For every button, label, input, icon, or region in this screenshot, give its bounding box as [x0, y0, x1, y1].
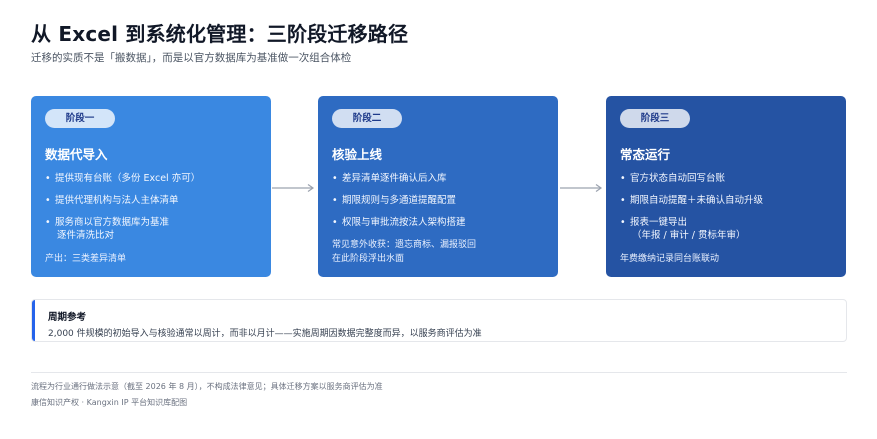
- stage-card-2: 阶段二 核验上线 差异清单逐件确认后入库 期限规则与多通道提醒配置 权限与审批流…: [318, 96, 558, 277]
- stage-item-list: 差异清单逐件确认后入库 期限规则与多通道提醒配置 权限与审批流按法人架构搭建: [332, 173, 548, 239]
- page-subtitle: 迁移的实质不是「搬数据」，而是以官方数据库为基准做一次组合体检: [31, 52, 352, 64]
- stage-item: 期限规则与多通道提醒配置: [332, 195, 548, 208]
- stage-badge: 阶段一: [45, 109, 115, 128]
- stage-card-3: 阶段三 常态运行 官方状态自动回写台账 期限自动提醒＋未确认自动升级 报表一键导…: [606, 96, 846, 277]
- stage-note: 年费缴纳记录同台账联动: [620, 253, 720, 264]
- stage-note: 常见意外收获：遗忘商标、漏报驳回 在此阶段浮出水面: [332, 240, 477, 264]
- stage-item: 提供现有台账（多份 Excel 亦可）: [45, 173, 261, 186]
- stage-item: 期限自动提醒＋未确认自动升级: [620, 195, 836, 208]
- stage-title: 核验上线: [332, 147, 383, 162]
- stage-item: 服务商以官方数据库为基准逐件清洗比对: [45, 217, 261, 242]
- footnote-source: 康信知识产权 · Kangxin IP 平台知识库配图: [31, 398, 188, 407]
- footnote-disclaimer: 流程为行业通行做法示意（截至 2026 年 8 月），不构成法律意见；具体迁移方…: [31, 382, 383, 391]
- accent-bar: [32, 300, 35, 341]
- page: 从 Excel 到系统化管理：三阶段迁移路径 迁移的实质不是「搬数据」，而是以官…: [0, 0, 877, 439]
- stage-item: 差异清单逐件确认后入库: [332, 173, 548, 186]
- stage-item: 报表一键导出（年报 / 审计 / 贯标年审）: [620, 217, 836, 242]
- stage-item-list: 提供现有台账（多份 Excel 亦可） 提供代理机构与法人主体清单 服务商以官方…: [45, 173, 261, 252]
- cycle-body: 2,000 件规模的初始导入与核验通常以周计，而非以月计——实施周期因数据完整度…: [48, 329, 482, 339]
- stage-badge: 阶段三: [620, 109, 690, 128]
- stage-item: 官方状态自动回写台账: [620, 173, 836, 186]
- cycle-title: 周期参考: [48, 312, 87, 323]
- stage-title: 数据代导入: [45, 147, 108, 162]
- arrow-right-icon: [560, 184, 603, 192]
- divider: [31, 372, 847, 373]
- stage-badge: 阶段二: [332, 109, 402, 128]
- stage-item: 提供代理机构与法人主体清单: [45, 195, 261, 208]
- stage-note: 产出：三类差异清单: [45, 253, 127, 264]
- page-title: 从 Excel 到系统化管理：三阶段迁移路径: [31, 22, 409, 46]
- stage-card-1: 阶段一 数据代导入 提供现有台账（多份 Excel 亦可） 提供代理机构与法人主…: [31, 96, 271, 277]
- cycle-reference-box: 周期参考 2,000 件规模的初始导入与核验通常以周计，而非以月计——实施周期因…: [31, 299, 847, 342]
- arrow-right-icon: [272, 184, 315, 192]
- stage-title: 常态运行: [620, 147, 671, 162]
- stage-item: 权限与审批流按法人架构搭建: [332, 217, 548, 230]
- stage-item-list: 官方状态自动回写台账 期限自动提醒＋未确认自动升级 报表一键导出（年报 / 审计…: [620, 173, 836, 252]
